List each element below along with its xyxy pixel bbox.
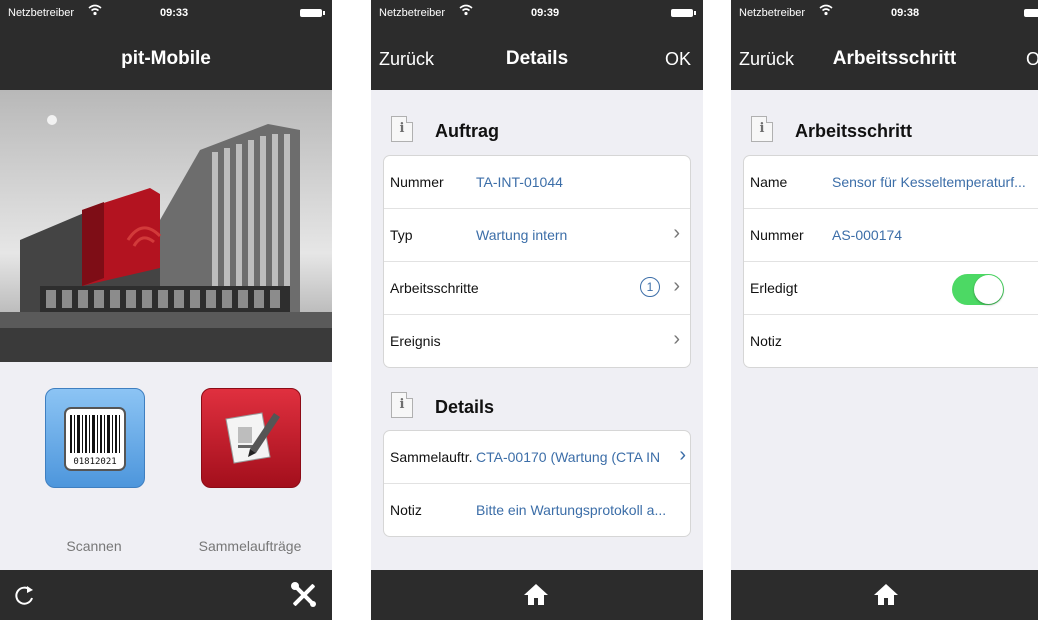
page-title: pit-Mobile [121,48,211,69]
row-name: Name Sensor für Kesseltemperaturf... [744,156,1038,209]
info-icon: i [751,116,773,142]
battery-icon [671,9,696,17]
home-icon[interactable] [873,582,899,611]
screen-order-details: Netzbetreiber 09:39 Zurück Details OK i … [371,0,703,620]
row-number: Nummer TA-INT-01044 [384,156,690,209]
row-note[interactable]: Notiz Bitte ein Wartungsprotokoll a... [384,484,690,536]
page-title: Arbeitsschritt [832,48,957,69]
wifi-icon [88,4,102,19]
row-done: Erledigt [744,262,1038,315]
wifi-icon [819,4,833,19]
refresh-icon[interactable] [14,583,36,612]
row-key: Nummer [750,227,804,243]
chevron-right-icon: › [673,275,680,297]
section-title: Auftrag [435,121,499,141]
screen-work-step: Netzbetreiber 09:38 Zurück Arbeitsschrit… [731,0,1038,620]
work-step-group: Name Sensor für Kesseltemperaturf... Num… [743,155,1038,368]
row-key: Typ [390,227,413,243]
row-type[interactable]: Typ Wartung intern › [384,209,690,262]
row-key: Ereignis [390,333,441,349]
collective-orders-tile-label: Sammelaufträge [198,538,302,554]
info-icon: i [391,392,413,418]
row-value: Bitte ein Wartungsprotokoll a... [476,502,667,518]
info-icon: i [391,116,413,142]
screen-pit-mobile-home: Netzbetreiber 09:33 pit-Mobile 01812021 … [0,0,332,620]
page-title: Details [505,48,569,69]
building-image [0,90,332,362]
row-key: Notiz [750,333,782,349]
carrier-label: Netzbetreiber [8,7,75,19]
toggle-knob [974,275,1003,304]
ok-button[interactable]: OK [665,49,691,70]
done-toggle[interactable] [952,274,1004,305]
status-bar: Netzbetreiber 09:39 [371,0,703,26]
row-work-steps[interactable]: Arbeitsschritte 1 › [384,262,690,315]
row-key: Nummer [390,174,444,190]
chevron-right-icon: › [673,222,680,244]
row-key: Name [750,174,788,190]
scan-tile[interactable]: 01812021 [45,388,145,488]
chevron-right-icon: › [673,328,680,350]
row-value: Sensor für Kesseltemperaturf... [832,174,1026,190]
collective-orders-tile[interactable] [201,388,301,488]
row-key: Sammelauftr. [390,449,473,465]
row-key: Notiz [390,502,422,518]
barcode-number: 01812021 [73,457,117,467]
order-group: Nummer TA-INT-01044 Typ Wartung intern ›… [383,155,691,368]
status-time: 09:33 [160,7,189,19]
row-collective-order[interactable]: Sammelauftr. CTA-00170 (Wartung (CTA IN … [384,431,690,484]
tab-bar [371,570,703,620]
status-bar: Netzbetreiber 09:38 [731,0,1038,26]
details-group: Sammelauftr. CTA-00170 (Wartung (CTA IN … [383,430,691,537]
wifi-icon [459,4,473,19]
tab-bar [0,570,332,620]
edit-document-icon [220,405,284,474]
row-value: Wartung intern [476,227,568,243]
status-bar: Netzbetreiber 09:33 [0,0,332,26]
carrier-label: Netzbetreiber [379,7,446,19]
nav-bar: pit-Mobile [0,26,332,90]
ok-button[interactable]: O [1026,49,1038,70]
battery-icon [300,9,325,17]
tools-icon[interactable] [290,581,318,614]
status-time: 09:39 [531,7,560,19]
row-key: Erledigt [750,280,798,296]
carrier-label: Netzbetreiber [739,7,806,19]
row-event[interactable]: Ereignis › [384,315,690,367]
row-value: AS-000174 [832,227,903,243]
battery-icon [1024,9,1038,17]
chevron-right-icon: › [679,444,686,466]
nav-bar: Zurück Details OK [371,26,703,90]
count-badge: 1 [640,277,660,297]
section-title: Arbeitsschritt [795,121,913,141]
section-title: Details [435,397,495,417]
tab-bar [731,570,1038,620]
home-icon[interactable] [523,582,549,611]
row-key: Arbeitsschritte [390,280,479,296]
nav-bar: Zurück Arbeitsschritt O [731,26,1038,90]
scan-tile-label: Scannen [66,538,122,554]
row-value: CTA-00170 (Wartung (CTA IN [476,449,661,465]
row-note[interactable]: Notiz [744,315,1038,367]
row-value: TA-INT-01044 [476,174,563,190]
status-time: 09:38 [891,7,920,19]
row-number: Nummer AS-000174 [744,209,1038,262]
